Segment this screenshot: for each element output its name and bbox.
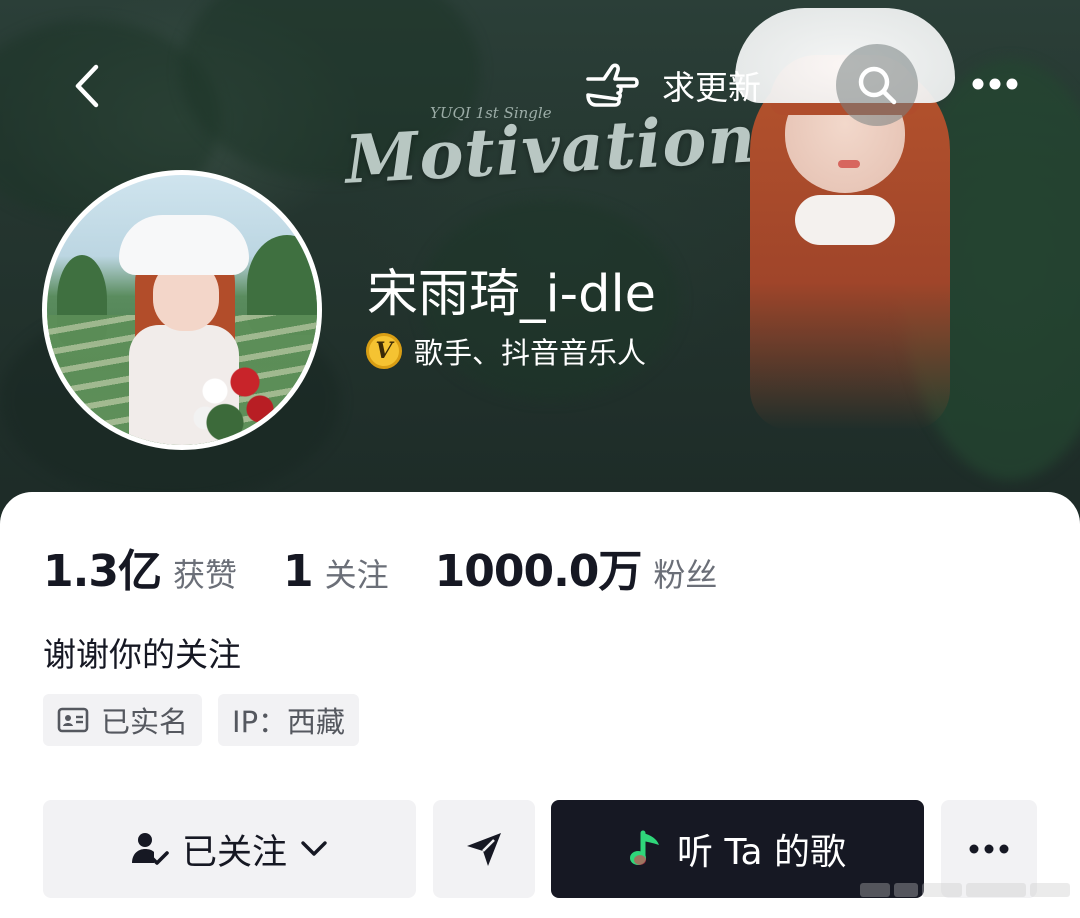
tag-label: IP：西藏 [232,705,346,739]
stat-value: 1 [282,546,314,597]
verification-row: V 歌手、抖音音乐人 [366,330,646,372]
stat-label: 粉丝 [653,556,718,594]
stat-following[interactable]: 1 关注 [283,546,389,597]
request-update-button[interactable]: 求更新 [582,56,761,114]
more-horizontal-icon [972,78,1018,90]
stat-label: 关注 [324,556,389,594]
chevron-down-icon [301,841,327,856]
search-button[interactable] [836,44,918,126]
tag-ip-location: IP：西藏 [218,694,360,746]
stat-value: 1.3亿 [43,546,162,597]
request-update-label: 求更新 [662,68,761,107]
following-button[interactable]: 已关注 [43,800,416,898]
watermark [860,878,1070,902]
verification-text: 歌手、抖音音乐人 [414,336,647,370]
music-note-icon [630,830,659,865]
id-card-icon [57,707,89,733]
send-message-button[interactable] [433,800,535,898]
user-check-icon [131,833,169,865]
tag-real-name: 已实名 [43,694,203,746]
profile-bio: 谢谢你的关注 [43,635,241,674]
search-icon [858,66,897,105]
stat-label: 获赞 [172,556,237,594]
chevron-left-icon [75,64,99,108]
more-options-button[interactable] [960,62,1030,106]
back-button[interactable] [62,56,112,116]
stat-followers[interactable]: 1000.0万 粉丝 [435,535,718,599]
avatar[interactable] [42,170,322,450]
stat-likes: 1.3亿 获赞 [43,535,237,599]
stat-value: 1000.0万 [434,546,643,597]
more-horizontal-icon [969,844,1009,854]
profile-username: 宋雨琦_i-dle [367,265,656,324]
profile-stats: 1.3亿 获赞 1 关注 1000.0万 粉丝 [43,535,763,599]
verified-badge-icon: V [366,333,402,369]
tag-label: 已实名 [101,705,189,739]
listen-songs-label: 听 Ta 的歌 [677,832,846,873]
following-label: 已关注 [181,832,287,873]
send-icon [467,833,501,866]
profile-tags: 已实名 IP：西藏 [43,694,360,746]
pointing-hand-icon [586,63,639,107]
